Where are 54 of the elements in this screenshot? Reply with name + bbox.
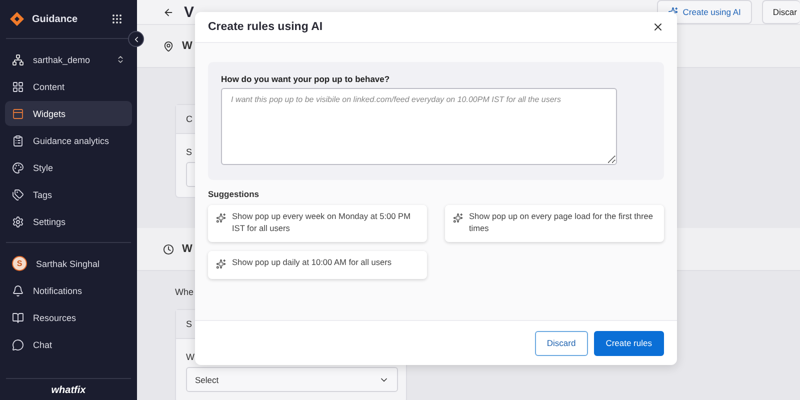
page-title: V — [184, 4, 196, 20]
sidebar-item[interactable]: Content — [5, 74, 132, 99]
sidebar-item[interactable]: Notifications — [5, 278, 132, 303]
workspace-icon — [12, 54, 24, 66]
sidebar-item[interactable]: Settings — [5, 209, 132, 234]
product-name: Guidance — [32, 14, 79, 24]
discard-button[interactable]: Discard — [534, 330, 588, 356]
book-icon — [12, 312, 24, 324]
window-icon — [12, 108, 24, 120]
prompt-input-field[interactable]: I want this pop up to be visibile on linked.com/feed everyday on 10.00PM IST for all the users — [221, 88, 617, 165]
sparkle-icon — [216, 259, 226, 269]
sidebar-item[interactable]: Widgets — [5, 101, 132, 126]
workspace-selector[interactable]: sarthak_demo — [5, 47, 132, 72]
avatar: S — [12, 256, 27, 271]
diamond-logo-icon — [10, 12, 24, 26]
back-arrow-icon[interactable] — [163, 6, 174, 18]
app-grid-icon[interactable] — [111, 13, 123, 25]
prompt-label: How do you want your pop up to behave? — [221, 74, 391, 84]
tags-icon — [12, 188, 24, 200]
sparkle-icon — [453, 213, 463, 223]
field-label: W — [185, 351, 196, 364]
select-field[interactable]: Select — [186, 367, 398, 392]
collapse-toggle[interactable] — [128, 31, 144, 47]
clock-icon — [163, 244, 174, 254]
bell-icon — [12, 284, 24, 296]
section-heading: W — [182, 40, 192, 52]
create-using-ai-button[interactable]: Create using AI — [656, 0, 752, 24]
create-rules-button[interactable]: Create rules — [594, 330, 664, 356]
brand-logo: whatfix — [50, 384, 87, 398]
section-heading: W — [182, 243, 192, 255]
field-label: S — [185, 146, 194, 159]
clipboard-icon — [12, 134, 24, 146]
grid-icon — [12, 80, 24, 92]
discard-button[interactable]: Discar — [762, 0, 800, 24]
sidebar-item[interactable]: Style — [5, 155, 132, 180]
sidebar-item[interactable]: Guidance analytics — [5, 128, 132, 153]
close-button[interactable] — [652, 21, 664, 33]
suggestion-chip[interactable]: Show pop up every week on Monday at 5:00 PM IST for all users — [208, 205, 427, 242]
palette-icon — [12, 162, 24, 174]
sidebar-item[interactable]: Chat — [5, 332, 132, 357]
settings-icon — [12, 216, 24, 228]
suggestion-chip[interactable]: Show pop up daily at 10:00 AM for all users — [208, 251, 427, 279]
question-text: Whe — [175, 286, 194, 299]
user-name: Sarthak Singhal — [36, 258, 100, 268]
sparkle-icon — [216, 213, 226, 223]
user-profile[interactable]: S Sarthak Singhal — [5, 251, 132, 276]
sidebar-item[interactable]: Tags — [5, 182, 132, 207]
up-down-chevron-icon — [116, 55, 125, 64]
location-pin-icon — [163, 40, 174, 52]
suggestions-label: Suggestions — [208, 188, 260, 201]
chat-bubble-icon — [12, 338, 24, 350]
dialog-title: Create rules using AI — [208, 21, 323, 33]
suggestion-chip[interactable]: Show pop up on every page load for the first three times — [445, 205, 664, 242]
sidebar-item[interactable]: Resources — [5, 305, 132, 330]
